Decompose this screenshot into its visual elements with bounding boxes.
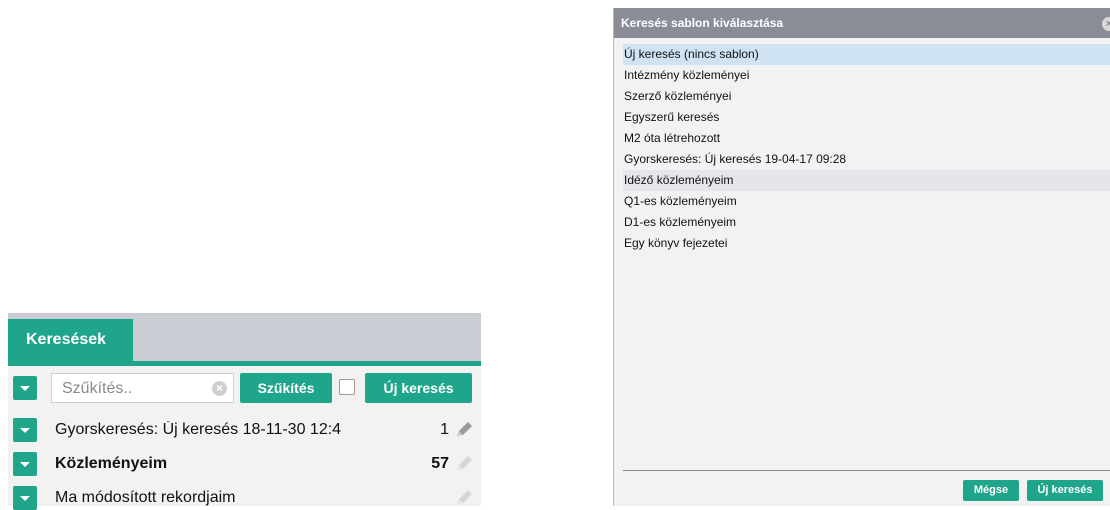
search-name[interactable]: Közleményeim: [55, 455, 380, 473]
template-name: Gyorskeresés: Új keresés 19-04-17 09:28: [624, 152, 847, 166]
template-select-dialog: Keresés sablon kiválasztása × Új keresés…: [613, 8, 1110, 506]
template-name: Új keresés (nincs sablon): [624, 47, 759, 61]
row-dropdown-button[interactable]: [13, 452, 37, 476]
result-count: 57: [431, 455, 449, 472]
close-icon[interactable]: ×: [1102, 17, 1110, 31]
list-item[interactable]: Gyorskeresés: Új keresés 19-04-17 09:28: [623, 149, 1110, 170]
tab-bar: Keresések: [8, 313, 481, 366]
list-item[interactable]: Intézmény közleményei: [623, 65, 1110, 86]
toolbar-dropdown-button[interactable]: [13, 376, 37, 400]
template-list: Új keresés (nincs sablon) Intézmény közl…: [623, 44, 1110, 254]
clear-icon[interactable]: ×: [212, 381, 227, 396]
template-name: Intézmény közleményei: [624, 68, 750, 82]
cancel-button[interactable]: Mégse: [963, 480, 1019, 501]
list-item[interactable]: Egy könyv fejezetei: [623, 233, 1110, 254]
template-name: Szerző közleményei: [624, 89, 732, 103]
search-name[interactable]: Gyorskeresés: Új keresés 18-11-30 12:4: [55, 421, 380, 439]
search-name[interactable]: Ma módosított rekordjaim: [55, 489, 380, 507]
list-item[interactable]: Q1-es közleményeim: [623, 191, 1110, 212]
template-name: Idéző közleményeim: [624, 173, 734, 187]
list-item[interactable]: Közleményeim 57: [8, 452, 481, 476]
pencil-icon[interactable]: [453, 488, 475, 508]
template-name: M2 óta létrehozott: [624, 131, 721, 145]
list-item[interactable]: Idéző közleményeim: [623, 170, 1110, 191]
dialog-title: Keresés sablon kiválasztása: [614, 8, 1110, 38]
list-item[interactable]: M2 óta létrehozott: [623, 128, 1110, 149]
list-item[interactable]: Egyszerű keresés: [623, 107, 1110, 128]
row-dropdown-button[interactable]: [13, 486, 37, 510]
narrow-search-input[interactable]: [60, 378, 204, 400]
template-name: Q1-es közleményeim: [624, 194, 737, 208]
dialog-divider: [623, 470, 1110, 471]
select-all-checkbox[interactable]: [339, 379, 355, 395]
new-search-ok-button[interactable]: Új keresés: [1027, 480, 1103, 501]
pencil-icon[interactable]: [453, 420, 475, 440]
new-search-button[interactable]: Új keresés: [365, 373, 472, 403]
list-item[interactable]: Gyorskeresés: Új keresés 18-11-30 12:4 1: [8, 418, 481, 442]
tab-searches[interactable]: Keresések: [8, 319, 133, 361]
template-name: D1-es közleményeim: [624, 215, 737, 229]
list-item[interactable]: Ma módosított rekordjaim: [8, 486, 481, 510]
list-item[interactable]: Szerző közleményei: [623, 86, 1110, 107]
searches-toolbar: × Szűkítés Új keresés: [8, 373, 481, 405]
template-name: Egy könyv fejezetei: [624, 236, 728, 250]
list-item[interactable]: Új keresés (nincs sablon): [623, 44, 1110, 65]
list-item[interactable]: D1-es közleményeim: [623, 212, 1110, 233]
result-count: 1: [440, 421, 449, 438]
row-dropdown-button[interactable]: [13, 418, 37, 442]
template-name: Egyszerű keresés: [624, 110, 720, 124]
narrow-button[interactable]: Szűkítés: [240, 373, 332, 403]
pencil-icon[interactable]: [453, 454, 475, 474]
narrow-search-box: ×: [51, 373, 234, 403]
searches-panel: Keresések × Szűkítés Új keresés Gyorsker…: [8, 313, 481, 510]
